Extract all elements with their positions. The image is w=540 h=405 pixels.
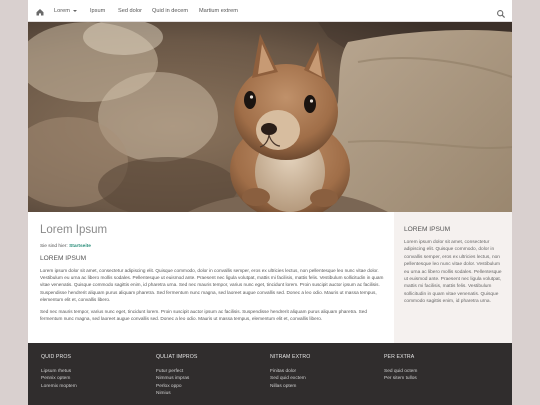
main-area: Lorem Ipsum Sie sind hier: Startseite LO… xyxy=(28,212,512,343)
sidebar: LOREM IPSUM Lorem ipsum dolor sit amet, … xyxy=(394,212,512,343)
footer-links: Futur perfect Nimmus impras Perlox oppo … xyxy=(156,368,266,398)
nav-item-lorem[interactable]: Lorem xyxy=(54,0,77,22)
footer-link[interactable]: Nillas optem xyxy=(270,383,380,390)
top-navigation: Lorem Ipsum Sed dolor Quid in decem Mart… xyxy=(28,0,512,22)
hero-image xyxy=(28,22,512,212)
footer-link[interactable]: Loremix moptem xyxy=(41,383,151,390)
home-icon[interactable] xyxy=(34,5,46,17)
footer-link[interactable]: Sed quid octem xyxy=(384,368,494,375)
footer-link[interactable]: Finitas dolor xyxy=(270,368,380,375)
body-paragraph: Sed nec mauris tempor, varius nunc eget,… xyxy=(40,309,367,322)
footer-link[interactable]: Per sitem tullos xyxy=(384,375,494,382)
footer-column-quid-pros: QUID PROS Lipsum rhetus Pennix optem Lor… xyxy=(41,354,151,390)
breadcrumb-link-startseite[interactable]: Startseite xyxy=(69,244,91,249)
nav-item-martium-extrem[interactable]: Martium extrem xyxy=(199,0,238,22)
sidebar-content: LOREM IPSUM Lorem ipsum dolor sit amet, … xyxy=(404,226,504,306)
footer-link[interactable]: Lipsum rhetus xyxy=(41,368,151,375)
squirrel-photo xyxy=(28,22,512,212)
nav-item-ipsum[interactable]: Ipsum xyxy=(90,0,105,22)
footer-link[interactable]: Nimmus impras xyxy=(156,375,266,382)
content-column: Lorem Ipsum Sie sind hier: Startseite LO… xyxy=(40,224,388,322)
nav-item-sed-dolor[interactable]: Sed dolor xyxy=(118,0,142,22)
body-paragraph: Lorem ipsum dolor sit amet, consectetur … xyxy=(40,268,384,302)
footer: QUID PROS Lipsum rhetus Pennix optem Lor… xyxy=(28,343,512,405)
footer-links: Lipsum rhetus Pennix optem Loremix mopte… xyxy=(41,368,151,390)
footer-link[interactable]: Pennix optem xyxy=(41,375,151,382)
section-heading: LOREM IPSUM xyxy=(40,255,87,262)
footer-heading: NITRAM EXTRO xyxy=(270,354,311,360)
footer-link[interactable]: Nimius xyxy=(156,390,266,397)
chevron-down-icon xyxy=(72,9,77,12)
footer-link[interactable]: Perlox oppo xyxy=(156,383,266,390)
breadcrumb: Sie sind hier: Startseite xyxy=(40,244,388,249)
nav-item-quid-in-decem[interactable]: Quid in decem xyxy=(152,0,188,22)
breadcrumb-prefix: Sie sind hier: xyxy=(40,244,68,249)
footer-link[interactable]: Sed quid exctem xyxy=(270,375,380,382)
sidebar-heading: LOREM IPSUM xyxy=(404,226,451,233)
footer-column-nitram-extro: NITRAM EXTRO Finitas dolor Sed quid exct… xyxy=(270,354,380,390)
footer-heading: QULIAT IMPROS xyxy=(156,354,198,360)
footer-heading: QUID PROS xyxy=(41,354,72,360)
site-wrapper: Lorem Ipsum Sed dolor Quid in decem Mart… xyxy=(28,0,512,405)
footer-column-per-extra: PER EXTRA Sed quid octem Per sitem tullo… xyxy=(384,354,494,383)
footer-links: Finitas dolor Sed quid exctem Nillas opt… xyxy=(270,368,380,390)
search-icon[interactable] xyxy=(496,6,506,19)
footer-heading: PER EXTRA xyxy=(384,354,415,360)
footer-link[interactable]: Futur perfect xyxy=(156,368,266,375)
footer-links: Sed quid octem Per sitem tullos xyxy=(384,368,494,383)
page-title: Lorem Ipsum xyxy=(40,224,108,236)
footer-column-quliat-impros: QULIAT IMPROS Futur perfect Nimmus impra… xyxy=(156,354,266,398)
sidebar-text: Lorem ipsum dolor sit amet, consectetur … xyxy=(404,240,502,305)
